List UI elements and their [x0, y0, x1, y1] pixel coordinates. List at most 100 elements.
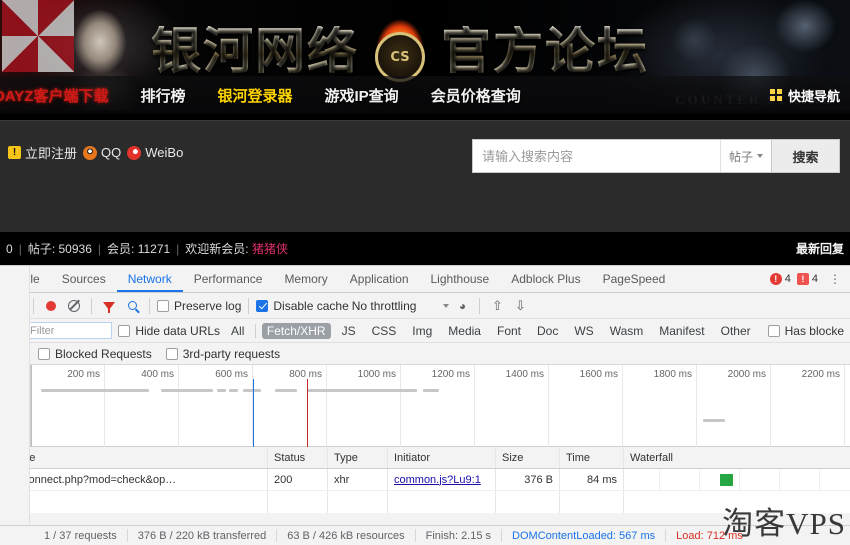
- status-finish: Finish: 2.15 s: [416, 529, 503, 542]
- qq-login-link[interactable]: QQ: [83, 145, 121, 160]
- tab-application[interactable]: Application: [339, 266, 420, 292]
- filter-icon[interactable]: [99, 296, 119, 316]
- search-button[interactable]: 搜索: [771, 140, 839, 172]
- overview-activity-bar: [217, 389, 226, 392]
- export-har-icon[interactable]: ⇩: [510, 296, 530, 316]
- nav-item-dayz-download[interactable]: DAYZ客户端下载: [0, 85, 124, 106]
- filter-type-ws[interactable]: WS: [569, 323, 598, 339]
- nav-item-ranking[interactable]: 排行榜: [124, 85, 201, 106]
- main-navigation: DAYZ客户端下载 排行榜 银河登录器 游戏IP查询 会员价格查询 快捷导航: [0, 76, 850, 114]
- latest-reply-label[interactable]: 最新回复: [796, 240, 844, 257]
- filter-type-font[interactable]: Font: [492, 323, 526, 339]
- overview-tick-label: 2200 ms: [801, 369, 840, 380]
- filter-type-css[interactable]: CSS: [367, 323, 402, 339]
- overview-tick-label: 1000 ms: [357, 369, 396, 380]
- qq-icon: [83, 145, 98, 160]
- quick-nav-button[interactable]: 快捷导航: [769, 86, 850, 105]
- register-link[interactable]: ! 立即注册: [8, 143, 77, 162]
- search-icon[interactable]: [122, 296, 142, 316]
- stats-members-label: 会员:: [107, 242, 135, 256]
- tab-sources[interactable]: Sources: [51, 266, 117, 292]
- search-input[interactable]: [473, 140, 720, 172]
- overview-left-handle[interactable]: [31, 365, 32, 447]
- preserve-log-box-icon: [157, 299, 169, 312]
- user-links: ! 立即注册 QQ WeiBo: [8, 143, 183, 162]
- column-header-waterfall[interactable]: Waterfall: [624, 447, 850, 468]
- filter-type-other[interactable]: Other: [716, 323, 756, 339]
- status-resources: 63 B / 426 kB resources: [277, 529, 416, 542]
- chevron-down-icon: [757, 154, 763, 158]
- overview-activity-bar: [243, 389, 261, 392]
- request-status: 200: [268, 469, 328, 490]
- filter-type-media[interactable]: Media: [443, 323, 486, 339]
- has-blocked-label: Has blocke: [784, 323, 844, 338]
- network-overview-timeline[interactable]: 200 ms 400 ms 600 ms 800 ms 1000 ms 1200…: [0, 365, 850, 447]
- record-button[interactable]: [41, 296, 61, 316]
- disable-cache-label: Disable cache: [273, 298, 349, 313]
- nav-item-launcher[interactable]: 银河登录器: [201, 85, 308, 106]
- search-scope-dropdown[interactable]: 帖子: [719, 140, 771, 172]
- weibo-login-link[interactable]: WeiBo: [127, 145, 183, 160]
- warning-badge[interactable]: ! 4: [796, 273, 818, 285]
- column-header-size[interactable]: Size: [496, 447, 560, 468]
- blocked-requests-label: Blocked Requests: [55, 346, 152, 361]
- clear-button[interactable]: [64, 296, 84, 316]
- filter-type-fetch-xhr[interactable]: Fetch/XHR: [261, 322, 331, 339]
- forum-page: 银河网络 CS 官方论坛 COUNTER STRIKE DAYZ客户端下载 排行…: [0, 0, 850, 265]
- qq-label: QQ: [101, 145, 122, 160]
- filter-type-js[interactable]: JS: [337, 323, 361, 339]
- devtools-tabbar: nsole Sources Network Performance Memory…: [0, 266, 850, 293]
- tab-memory[interactable]: Memory: [273, 266, 338, 292]
- overview-tick-label: 1600 ms: [579, 369, 618, 380]
- overview-activity-bar: [423, 389, 439, 392]
- initiator-link[interactable]: common.js?Lu9:1: [394, 474, 481, 486]
- tab-performance[interactable]: Performance: [183, 266, 274, 292]
- tab-pagespeed[interactable]: PageSpeed: [592, 266, 677, 292]
- chevron-down-icon: [443, 303, 450, 308]
- hide-data-urls-checkbox[interactable]: Hide data URLs: [118, 324, 220, 338]
- more-tabs-icon[interactable]: ⋮: [824, 272, 846, 286]
- has-blocked-cookies-checkbox[interactable]: Has blocke: [767, 323, 844, 338]
- preserve-log-checkbox[interactable]: Preserve log: [157, 299, 241, 313]
- tab-lighthouse[interactable]: Lighthouse: [420, 266, 501, 292]
- status-transferred: 376 B / 220 kB transferred: [128, 529, 278, 542]
- column-header-status[interactable]: Status: [268, 447, 328, 468]
- filter-type-all[interactable]: All: [226, 323, 249, 339]
- overview-tick-label: 200 ms: [67, 369, 100, 380]
- column-header-type[interactable]: Type: [328, 447, 388, 468]
- third-party-requests-checkbox[interactable]: 3rd-party requests: [165, 347, 280, 361]
- column-header-time[interactable]: Time: [560, 447, 624, 468]
- overview-tick-label: 400 ms: [141, 369, 174, 380]
- throttling-label: No throttling: [351, 298, 417, 313]
- throttling-dropdown[interactable]: No throttling: [352, 299, 450, 313]
- stats-welcome-label: 欢迎新会员:: [185, 242, 249, 256]
- tab-network[interactable]: Network: [117, 266, 183, 292]
- error-badge[interactable]: ! 4: [769, 273, 791, 285]
- filter-input[interactable]: Filter: [24, 322, 113, 339]
- table-row[interactable]: connect.php?mod=check&op… 200 xhr common…: [0, 469, 850, 491]
- error-icon: !: [769, 273, 782, 285]
- cs-emblem-label: CS: [375, 32, 425, 82]
- column-header-name[interactable]: Name: [0, 447, 268, 468]
- overview-activity-bar: [161, 389, 213, 392]
- filter-type-img[interactable]: Img: [407, 323, 437, 339]
- import-har-icon[interactable]: ⇧: [487, 296, 507, 316]
- disable-cache-checkbox[interactable]: Disable cache: [256, 298, 349, 313]
- blocked-requests-checkbox[interactable]: Blocked Requests: [38, 347, 152, 361]
- weibo-icon: [127, 145, 142, 160]
- filter-type-doc[interactable]: Doc: [532, 323, 563, 339]
- network-conditions-icon[interactable]: ◕: [452, 296, 472, 316]
- filter-type-wasm[interactable]: Wasm: [605, 323, 649, 339]
- nav-item-member-price[interactable]: 会员价格查询: [415, 85, 537, 106]
- blocked-requests-box-icon: [38, 347, 50, 360]
- filter-type-manifest[interactable]: Manifest: [654, 323, 709, 339]
- request-initiator[interactable]: common.js?Lu9:1: [388, 469, 496, 490]
- tab-adblock-plus[interactable]: Adblock Plus: [500, 266, 591, 292]
- nav-item-game-ip-lookup[interactable]: 游戏IP查询: [309, 85, 415, 106]
- request-name-cell[interactable]: connect.php?mod=check&op…: [0, 469, 268, 490]
- register-label: 立即注册: [25, 146, 78, 161]
- column-header-initiator[interactable]: Initiator: [388, 447, 496, 468]
- request-waterfall: [624, 469, 850, 490]
- overview-activity-bar: [229, 389, 238, 392]
- stats-newest-member[interactable]: 猪猪侠: [252, 240, 288, 257]
